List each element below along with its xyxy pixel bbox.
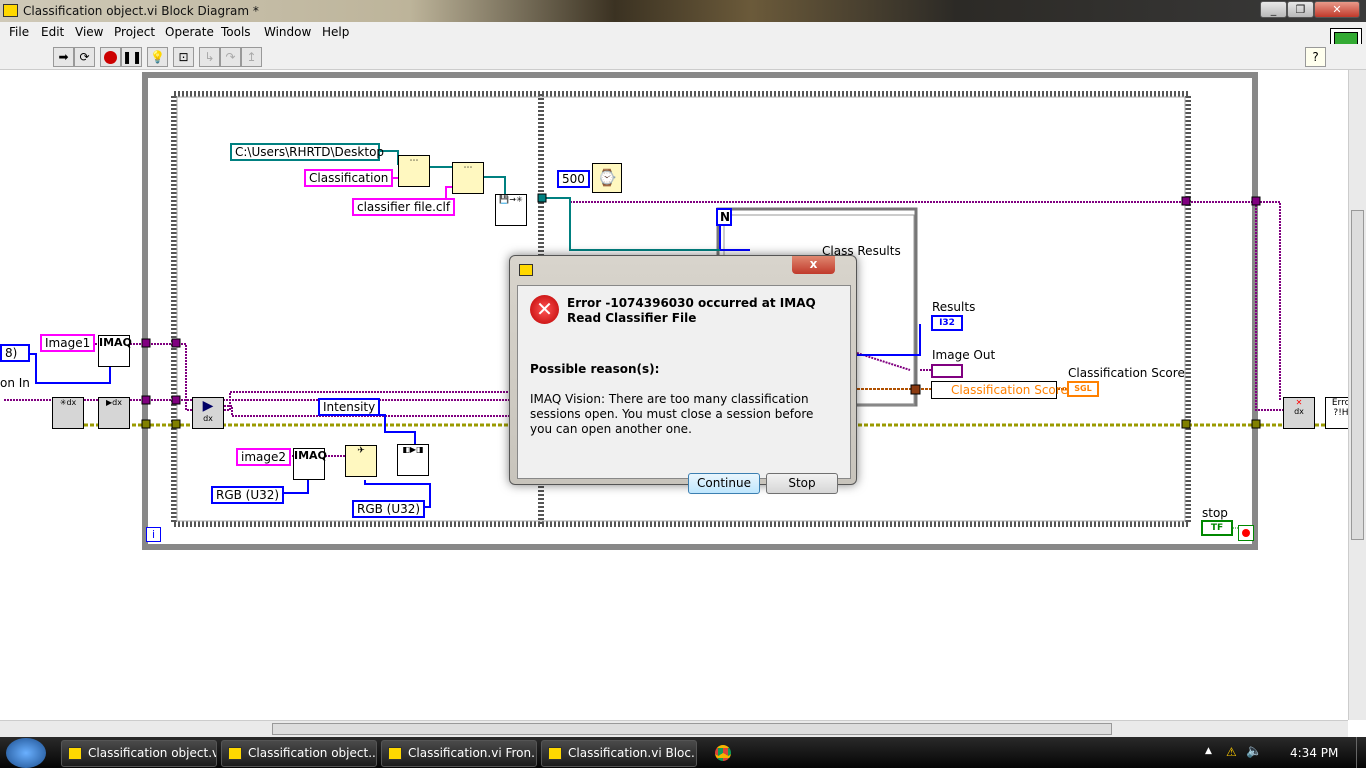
minimize-button[interactable]: _ [1260, 1, 1287, 18]
labview-icon [3, 4, 18, 17]
title-bar: Classification object.vi Block Diagram *… [0, 0, 1366, 22]
step-over-icon[interactable]: ↷ [220, 47, 241, 67]
wait-constant[interactable]: 500 [557, 170, 590, 188]
simple-error-handler-node[interactable]: Erro ?!H [1325, 397, 1348, 429]
taskbar-item[interactable]: Classification object.... [221, 740, 377, 767]
menu-file[interactable]: File [9, 25, 29, 39]
show-hidden-icons[interactable]: ▲ [1205, 746, 1212, 756]
classification-score-indicator[interactable]: SGL [1067, 381, 1099, 397]
menu-edit[interactable]: Edit [41, 25, 64, 39]
wait-ms-icon[interactable]: ⌚ [592, 163, 622, 193]
menu-view[interactable]: View [75, 25, 103, 39]
taskbar-item[interactable]: Classification object.vi [61, 740, 217, 767]
menu-bar: File Edit View Project Operate Tools Win… [0, 22, 1366, 62]
run-arrow-icon[interactable]: ➡ [53, 47, 74, 67]
stop-terminal[interactable]: TF [1201, 520, 1233, 536]
menu-operate[interactable]: Operate [165, 25, 214, 39]
show-desktop-button[interactable] [1356, 737, 1366, 768]
path-constant[interactable]: C:\Users\RHRTD\Desktop [230, 143, 384, 161]
cast-image-node[interactable]: ◧▶◨ [397, 444, 429, 476]
stop-label: stop [1202, 506, 1228, 520]
menu-window[interactable]: Window [264, 25, 311, 39]
image-type-enum-left[interactable]: 8) [0, 344, 30, 362]
results-indicator[interactable]: I32 [931, 315, 963, 331]
toolbar: ➡ ⟳ ❚❚ 💡 ⊡ ↳ ↷ ↥ ? [0, 44, 1366, 70]
clock[interactable]: 4:34 PM [1290, 746, 1338, 760]
imaq-read-classifier-file-node[interactable]: 💾→✳ [495, 194, 527, 226]
horizontal-scrollbar[interactable] [0, 720, 1348, 737]
imaqdx-configure-grab-node[interactable]: ▶dx [98, 397, 130, 429]
results-label: Results [932, 300, 976, 314]
rgb-enum-1[interactable]: RGB (U32) [211, 486, 285, 504]
reason-text: IMAQ Vision: There are too many classifi… [530, 392, 814, 436]
imaqdx-grab-node[interactable]: ▶ dx [192, 397, 224, 429]
reason-title: Possible reason(s): [530, 362, 660, 376]
loop-condition-stop-icon[interactable] [1238, 525, 1254, 541]
imaq-create-node[interactable]: IMAQ [98, 335, 132, 367]
close-button[interactable]: ✕ [1314, 1, 1360, 18]
highlight-execution-icon[interactable]: 💡 [147, 47, 168, 67]
menu-project[interactable]: Project [114, 25, 155, 39]
vertical-scrollbar[interactable] [1348, 70, 1366, 720]
help-button[interactable]: ? [1305, 47, 1326, 67]
image-out-indicator[interactable] [931, 364, 963, 378]
intensity-enum[interactable]: Intensity [318, 398, 381, 416]
error-heading: Error -1074396030 occurred at IMAQ Read … [567, 296, 816, 325]
stop-button[interactable]: Stop [766, 473, 838, 494]
image1-constant[interactable]: Image1 [40, 334, 96, 352]
network-icon[interactable]: ⚠ [1226, 745, 1237, 759]
error-icon: ✕ [530, 295, 559, 324]
imaqdx-open-camera-node[interactable]: ✳dx [52, 397, 84, 429]
pause-icon[interactable]: ❚❚ [121, 47, 142, 67]
extract-plane-node[interactable]: ✈ [345, 445, 377, 477]
taskbar: Classification object.vi Classification … [0, 737, 1366, 768]
classifier-file-constant[interactable]: classifier file.clf [352, 198, 456, 216]
error-dialog: x ✕ Error -1074396030 occurred at IMAQ R… [509, 255, 857, 494]
run-continuously-icon[interactable]: ⟳ [74, 47, 95, 67]
for-loop-count: N [716, 208, 732, 226]
left-label: on In [0, 376, 30, 390]
labview-icon [519, 264, 533, 276]
classification-score-property-node[interactable]: Classification Score [931, 381, 1068, 399]
classification-score-label: Classification Score [1068, 366, 1185, 380]
menu-help[interactable]: Help [322, 25, 349, 39]
start-button[interactable] [6, 738, 46, 768]
chrome-icon[interactable] [715, 745, 731, 761]
taskbar-item[interactable]: Classification.vi Fron... [381, 740, 537, 767]
classification-constant[interactable]: Classification [304, 169, 394, 187]
dialog-close-button[interactable]: x [792, 256, 835, 274]
imaq-create-node-2[interactable]: IMAQ [293, 448, 327, 480]
volume-icon[interactable]: 🔈 [1246, 744, 1262, 759]
imaqdx-close-camera-node[interactable]: ✕ dx [1283, 397, 1315, 429]
retain-wire-values-icon[interactable]: ⊡ [173, 47, 194, 67]
build-path-node[interactable]: ⋯ [398, 155, 430, 187]
image-out-label: Image Out [932, 348, 996, 362]
step-into-icon[interactable]: ↳ [199, 47, 220, 67]
restore-button[interactable]: ❐ [1287, 1, 1314, 18]
rgb-enum-2[interactable]: RGB (U32) [352, 500, 426, 518]
step-out-icon[interactable]: ↥ [241, 47, 262, 67]
menu-tools[interactable]: Tools [221, 25, 251, 39]
taskbar-item[interactable]: Classification.vi Bloc... [541, 740, 697, 767]
build-path-node-2[interactable]: ⋯ [452, 162, 484, 194]
iteration-terminal: i [146, 527, 161, 542]
continue-button[interactable]: Continue [688, 473, 760, 494]
image2-constant[interactable]: image2 [236, 448, 292, 466]
abort-icon[interactable] [100, 47, 121, 67]
window-title: Classification object.vi Block Diagram * [23, 4, 259, 18]
